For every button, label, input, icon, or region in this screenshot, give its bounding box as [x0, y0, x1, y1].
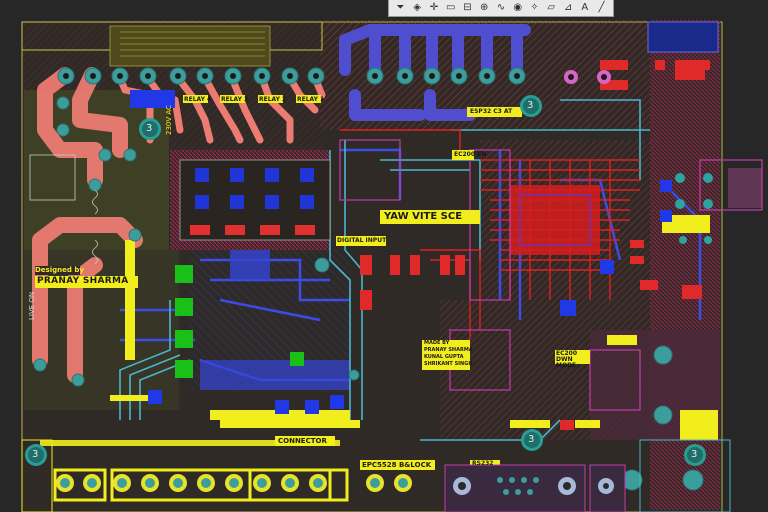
highlight-icon[interactable]: ◈ — [410, 1, 424, 15]
made-by-name-3: SHRIKANT SINGH — [424, 361, 473, 367]
mounting-hole-label-1: 3 — [146, 123, 153, 134]
mounting-hole-label-4: 3 — [528, 434, 535, 445]
made-by-name-2: KUNAL GUPTA — [424, 354, 464, 360]
gsm-label: ESP32 C3 AT — [470, 108, 513, 115]
align-icon[interactable]: ⊟ — [460, 1, 474, 15]
digital-input-label: DIGITAL INPUT — [337, 237, 387, 244]
pcb-canvas[interactable]: Designed by PRANAY SHARMA YAW VITE SCE D… — [0, 0, 768, 512]
active-bar-toolbar: ⏷ ◈ ✛ ▭ ⊟ ⊕ ∿ ◉ ✧ ▱ ⊿ A ╱ — [388, 0, 614, 17]
line-icon[interactable]: ╱ — [595, 1, 609, 15]
interactive-route-icon[interactable]: ∿ — [494, 1, 508, 15]
made-by-name-1: PRANAY SHARMA — [424, 347, 473, 353]
pcb-layout[interactable] — [0, 0, 768, 512]
designer-name: PRANAY SHARMA — [37, 276, 129, 286]
pad-icon[interactable]: ◉ — [511, 1, 525, 15]
project-label: YAW VITE SCE — [384, 211, 463, 222]
dimension-icon[interactable]: ⊿ — [561, 1, 575, 15]
polygon-icon[interactable]: ▱ — [544, 1, 558, 15]
connector-label: CONNECTOR — [278, 437, 327, 445]
relay-label-2: RELAY 3 — [221, 96, 249, 103]
mounting-hole-label-3: 3 — [32, 449, 39, 460]
select-rect-icon[interactable]: ▭ — [444, 1, 458, 15]
rs485-label: EPC5528 B&LOCK — [362, 461, 432, 469]
text-icon[interactable]: A — [578, 1, 592, 15]
rs232-label: RS232 — [472, 460, 494, 467]
designer-label: Designed by — [35, 266, 84, 274]
net-highlight-icon[interactable]: ✧ — [528, 1, 542, 15]
line-label: LIVE ON — [28, 291, 36, 320]
ec200-mode-label: EC200 DWN MODE — [556, 350, 578, 369]
place-component-icon[interactable]: ⊕ — [477, 1, 491, 15]
relay-label-1: RELAY 4 — [184, 96, 212, 103]
relay-label-4: RELAY 1 — [297, 96, 325, 103]
voltage-label: 230V AC — [165, 105, 173, 135]
made-by-label: MADE BY — [424, 340, 450, 346]
ec200-label: EC200 CN — [454, 151, 487, 158]
mounting-hole-label-2: 3 — [527, 100, 534, 111]
filter-icon[interactable]: ⏷ — [393, 1, 407, 15]
mounting-hole-label-5: 3 — [691, 449, 698, 460]
relay-label-3: RELAY 2 — [259, 96, 287, 103]
route-icon[interactable]: ✛ — [427, 1, 441, 15]
